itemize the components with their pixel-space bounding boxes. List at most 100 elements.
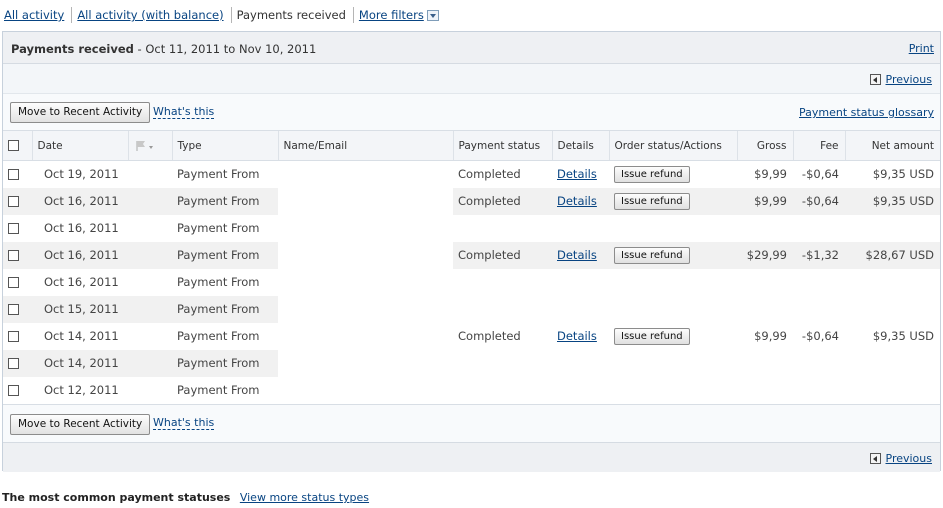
row-date: Oct 16, 2011 [32, 241, 128, 269]
row-date: Oct 14, 2011 [44, 329, 119, 343]
row-net-amount: $28,67 USD [845, 241, 940, 269]
row-name-email [278, 187, 453, 215]
row-checkbox[interactable] [8, 277, 19, 288]
row-type: Payment From [172, 349, 278, 377]
bottom-action-bar: Move to Recent Activity What's this [3, 403, 940, 442]
row-type: Payment From [172, 295, 278, 323]
row-name-email [278, 376, 453, 404]
flag-icon [136, 140, 153, 151]
row-gross: $9,99 [754, 329, 787, 343]
row-action-cell: Issue refund [609, 241, 737, 269]
move-to-recent-activity-button[interactable]: Move to Recent Activity [10, 102, 151, 123]
row-payment-status: Completed [458, 329, 521, 343]
row-action-cell: Issue refund [609, 187, 737, 215]
title-date-range: - Oct 11, 2011 to Nov 10, 2011 [133, 42, 317, 56]
table-row: Oct 15, 2011 Payment From [3, 295, 940, 323]
table-row: Oct 12, 2011 Payment From [3, 376, 940, 404]
column-date[interactable]: Date [31, 130, 128, 161]
row-details-cell: Details [552, 187, 609, 215]
row-checkbox[interactable] [8, 358, 19, 369]
previous-arrow-icon[interactable] [869, 74, 881, 85]
column-payment-status[interactable]: Payment status [452, 130, 552, 161]
row-name-email [278, 214, 453, 242]
whats-this-link-bottom[interactable]: What's this [153, 416, 215, 430]
row-checkbox[interactable] [8, 304, 19, 315]
row-details-link[interactable]: Details [557, 248, 597, 262]
row-name-email [278, 268, 453, 296]
issue-refund-button[interactable]: Issue refund [614, 327, 690, 345]
print-link[interactable]: Print [909, 42, 934, 55]
view-more-status-types-link[interactable]: View more status types [240, 491, 369, 504]
row-fee: -$0,64 [793, 187, 845, 215]
tab-separator [352, 7, 354, 23]
row-flag-cell [128, 187, 172, 215]
row-date: Oct 16, 2011 [44, 221, 119, 235]
row-payment-status: Completed [453, 187, 552, 215]
row-checkbox-cell [3, 295, 32, 323]
tab-separator [71, 7, 73, 23]
select-all-checkbox[interactable] [8, 140, 19, 151]
column-type[interactable]: Type [171, 130, 278, 161]
row-fee: -$0,64 [801, 167, 839, 182]
tab-all-activity-balance[interactable]: All activity (with balance) [77, 8, 227, 22]
row-date: Oct 15, 2011 [32, 295, 128, 323]
column-fee[interactable]: Fee [792, 130, 845, 161]
row-details-link[interactable]: Details [557, 167, 597, 181]
row-details-link[interactable]: Details [557, 329, 597, 343]
issue-refund-button[interactable]: Issue refund [614, 246, 690, 264]
row-type: Payment From [172, 187, 278, 215]
more-filters-link[interactable]: More filters [359, 8, 424, 22]
row-fee: -$0,64 [801, 329, 839, 343]
row-name-email [278, 322, 453, 350]
row-checkbox[interactable] [8, 169, 19, 181]
row-action-cell: Issue refund [609, 161, 737, 188]
payment-status-glossary-link[interactable]: Payment status glossary [799, 106, 934, 119]
row-flag-cell [128, 377, 172, 404]
table-row: Oct 19, 2011 Payment From Completed Details… [3, 160, 940, 188]
row-flag-cell [128, 215, 172, 242]
tab-all-activity[interactable]: All activity [4, 8, 68, 22]
table-header-row: Date Type Name/Email Payment status Deta… [3, 130, 940, 161]
top-pager: Previous [3, 64, 940, 94]
bottom-pager: Previous [3, 441, 940, 472]
row-checkbox[interactable] [8, 250, 19, 261]
row-type: Payment From [177, 329, 260, 343]
row-checkbox[interactable] [8, 331, 19, 342]
tab-separator [230, 7, 232, 23]
row-checkbox[interactable] [8, 385, 19, 396]
row-details-link[interactable]: Details [557, 194, 597, 208]
column-gross[interactable]: Gross [736, 130, 793, 161]
row-fee: -$1,32 [793, 241, 845, 269]
row-flag-cell [128, 241, 172, 269]
chevron-down-icon[interactable] [426, 9, 439, 21]
row-checkbox[interactable] [8, 196, 19, 207]
previous-link-top[interactable]: Previous [886, 73, 933, 86]
issue-refund-button[interactable]: Issue refund [614, 192, 690, 210]
common-statuses-label: The most common payment statuses [2, 491, 231, 504]
row-checkbox-cell [3, 161, 32, 188]
row-checkbox-cell [3, 215, 32, 242]
column-flag[interactable] [127, 130, 172, 161]
row-date: Oct 19, 2011 [44, 167, 119, 182]
move-to-recent-activity-button-bottom[interactable]: Move to Recent Activity [10, 413, 151, 435]
previous-link-bottom[interactable]: Previous [886, 452, 933, 465]
previous-arrow-icon[interactable] [869, 452, 881, 464]
issue-refund-button[interactable]: Issue refund [614, 165, 690, 183]
row-empty-cell [453, 214, 940, 242]
row-gross: $29,99 [737, 241, 793, 269]
row-checkbox[interactable] [8, 223, 19, 234]
tab-payments-received[interactable]: Payments received [237, 8, 350, 22]
row-date: Oct 16, 2011 [44, 275, 119, 289]
row-checkbox-cell [3, 269, 32, 296]
row-net-amount: $9,35 USD [872, 167, 934, 182]
column-net-amount[interactable]: Net amount [844, 130, 940, 161]
row-name-email [278, 349, 453, 377]
payment-status-note: The most common payment statuses View mo… [2, 491, 369, 504]
column-details: Details [551, 130, 609, 161]
panel-header: Payments received - Oct 11, 2011 to Nov … [3, 32, 940, 64]
whats-this-link-top[interactable]: What's this [153, 105, 215, 119]
title-label: Payments received [11, 42, 134, 56]
row-flag-cell [128, 323, 172, 350]
row-details-cell: Details [552, 161, 609, 188]
column-name-email[interactable]: Name/Email [277, 130, 453, 161]
